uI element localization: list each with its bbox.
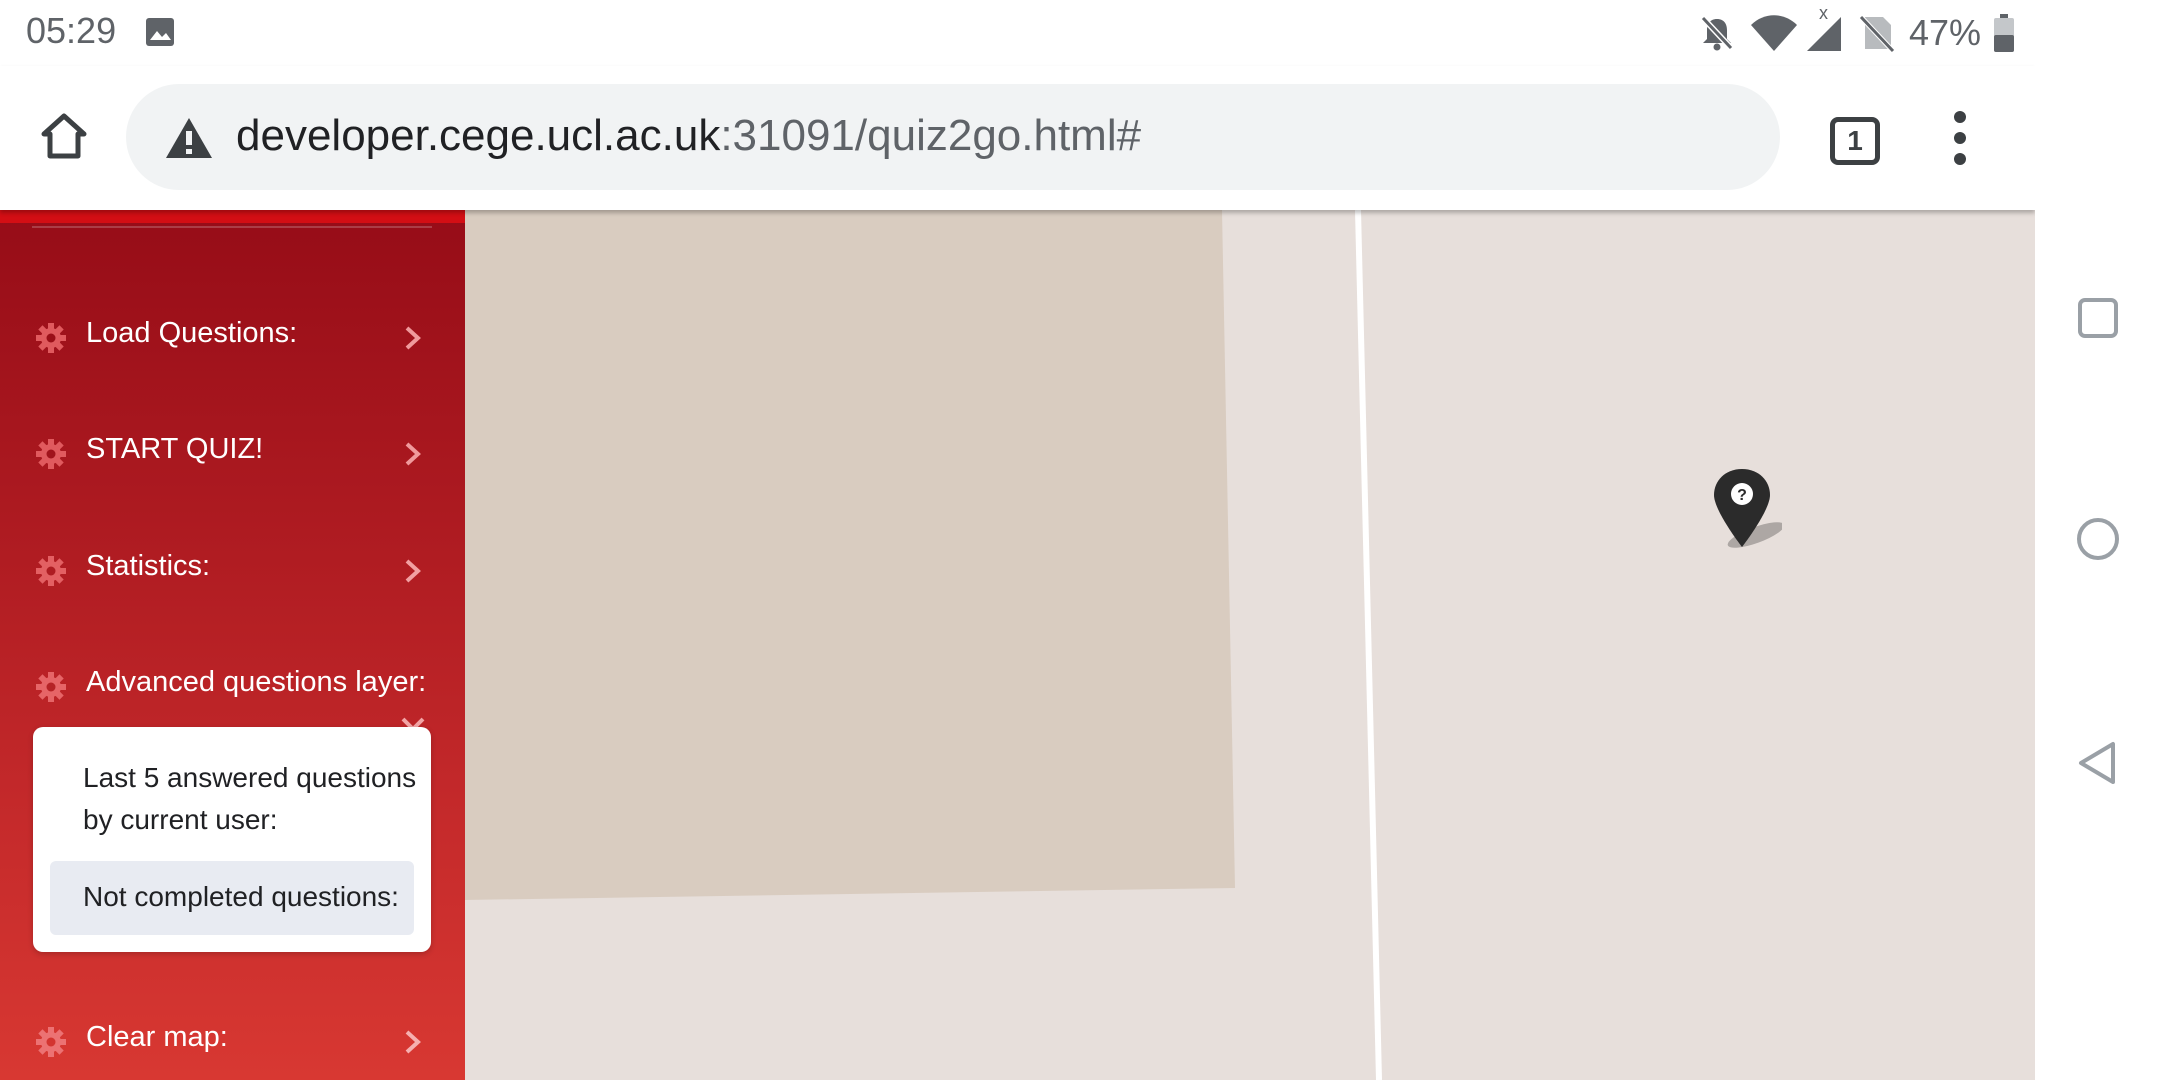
browser-toolbar: developer.cege.ucl.ac.uk:31091/quiz2go.h… xyxy=(0,66,2035,210)
sidebar: Load Questions: START QUIZ! Statistics: … xyxy=(0,210,465,1080)
chevron-right-icon xyxy=(405,442,421,466)
tab-switcher-button[interactable]: 1 xyxy=(1830,117,1880,165)
url-host: developer.cege.ucl.ac.uk xyxy=(236,111,721,160)
clock: 05:29 xyxy=(26,10,117,51)
map-tiles xyxy=(464,210,2035,1080)
back-icon[interactable] xyxy=(2073,738,2123,788)
battery-icon xyxy=(1994,14,2014,52)
sidebar-item-advanced-questions-layer[interactable]: Advanced questions layer: xyxy=(0,648,465,732)
gear-icon xyxy=(36,439,66,469)
address-bar[interactable]: developer.cege.ucl.ac.uk:31091/quiz2go.h… xyxy=(126,84,1780,190)
gear-icon xyxy=(36,323,66,353)
home-nav-icon[interactable] xyxy=(2073,514,2123,564)
sim-disabled-icon xyxy=(1859,15,1895,53)
submenu-item-not-completed[interactable]: Not completed questions: xyxy=(50,861,414,935)
marker-glyph: ? xyxy=(1737,487,1747,504)
map-building-area xyxy=(464,210,1235,900)
map-view[interactable] xyxy=(464,210,2035,1080)
gear-icon xyxy=(36,672,66,702)
system-navigation-bar xyxy=(2035,0,2160,1080)
gear-icon xyxy=(36,556,66,586)
url-path: :31091/quiz2go.html# xyxy=(720,111,1142,160)
status-icons: x 47% xyxy=(1697,3,2015,56)
more-options-icon[interactable] xyxy=(1950,110,1970,166)
advanced-questions-submenu: Last 5 answered questions by current use… xyxy=(33,727,431,952)
sidebar-item-clear-map[interactable]: Clear map: xyxy=(0,1003,465,1080)
battery-percent: 47% xyxy=(1908,12,1981,53)
status-bar: 05:29 x 47% xyxy=(0,0,2035,66)
recents-icon[interactable] xyxy=(2073,293,2123,343)
chevron-right-icon xyxy=(405,559,421,583)
chevron-right-icon xyxy=(405,1030,421,1054)
browser-screen: 05:29 x 47% developer.cege.ucl.ac.uk:310… xyxy=(0,0,2035,1080)
sidebar-item-label: Clear map: xyxy=(86,1021,228,1053)
gear-icon xyxy=(36,1027,66,1057)
sidebar-item-label: Statistics: xyxy=(86,550,211,582)
wifi-icon xyxy=(1750,15,1797,51)
sidebar-item-statistics[interactable]: Statistics: xyxy=(0,532,465,612)
home-icon[interactable] xyxy=(38,110,90,162)
submenu-item-label: Not completed questions: xyxy=(83,881,399,912)
warning-icon[interactable] xyxy=(164,116,214,160)
url-text[interactable]: developer.cege.ucl.ac.uk:31091/quiz2go.h… xyxy=(236,111,1141,161)
sidebar-item-label: START QUIZ! xyxy=(86,433,264,465)
sidebar-item-load-questions[interactable]: Load Questions: xyxy=(0,299,465,379)
sidebar-item-label: Advanced questions layer: xyxy=(86,666,427,698)
sidebar-accent-bar xyxy=(0,210,465,223)
cellular-indicator: x xyxy=(1805,3,1845,53)
sidebar-item-start-quiz[interactable]: START QUIZ! xyxy=(0,415,465,495)
gallery-icon xyxy=(146,18,174,46)
sidebar-divider xyxy=(32,226,432,228)
signal-badge: x xyxy=(1818,3,1828,23)
notifications-off-icon xyxy=(1700,15,1734,51)
chevron-right-icon xyxy=(405,326,421,350)
submenu-item-last-5-answered[interactable]: Last 5 answered questions by current use… xyxy=(83,757,423,841)
sidebar-item-label: Load Questions: xyxy=(86,317,298,349)
question-marker-icon[interactable]: ? xyxy=(1710,465,1782,557)
